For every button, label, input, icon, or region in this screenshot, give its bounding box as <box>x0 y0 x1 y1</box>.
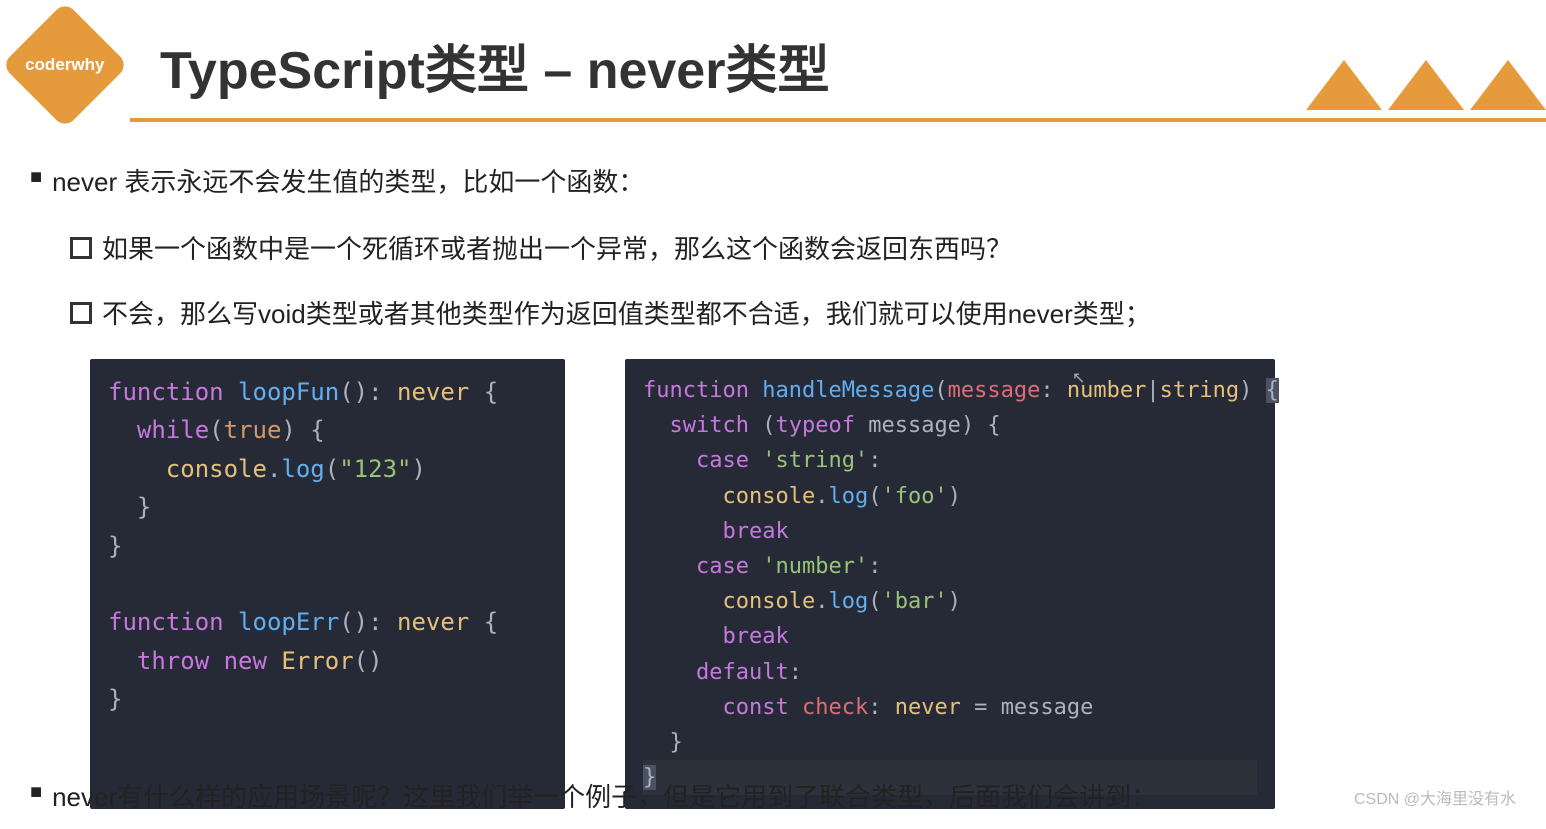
bullet-text: 不会，那么写void类型或者其他类型作为返回值类型都不合适，我们就可以使用nev… <box>102 294 1151 331</box>
bullet-text: 如果一个函数中是一个死循环或者抛出一个异常，那么这个函数会返回东西吗？ <box>102 229 1012 266</box>
logo-badge: coderwhy <box>1 1 128 128</box>
mouse-cursor-icon: ↖ <box>1072 368 1085 388</box>
slide-content: never 表示永远不会发生值的类型，比如一个函数： 如果一个函数中是一个死循环… <box>0 122 1546 809</box>
code-block-handle-message: function handleMessage(message: number|s… <box>625 359 1275 809</box>
bullet-text: never 表示永远不会发生值的类型，比如一个函数： <box>52 162 644 199</box>
decorative-triangles <box>1306 60 1546 110</box>
logo-text: coderwhy <box>25 55 104 75</box>
triangle-icon <box>1470 60 1546 110</box>
bullet-text: never有什么样的应用场景呢？这里我们举一个例子，但是它用到了联合类型，后面我… <box>52 777 1157 814</box>
triangle-icon <box>1388 60 1464 110</box>
bullet-level-2: 如果一个函数中是一个死循环或者抛出一个异常，那么这个函数会返回东西吗？ <box>70 229 1516 266</box>
bullet-level-1-footer: never有什么样的应用场景呢？这里我们举一个例子，但是它用到了联合类型，后面我… <box>30 777 1157 814</box>
watermark-text: CSDN @大海里没有水 <box>1354 785 1516 809</box>
bullet-level-2: 不会，那么写void类型或者其他类型作为返回值类型都不合适，我们就可以使用nev… <box>70 294 1516 331</box>
code-examples-row: function loopFun(): never { while(true) … <box>90 359 1516 809</box>
bullet-level-1: never 表示永远不会发生值的类型，比如一个函数： <box>30 162 1516 199</box>
code-block-loop-functions: function loopFun(): never { while(true) … <box>90 359 565 809</box>
slide-title: TypeScript类型 – never类型 <box>160 28 829 103</box>
triangle-icon <box>1306 60 1382 110</box>
